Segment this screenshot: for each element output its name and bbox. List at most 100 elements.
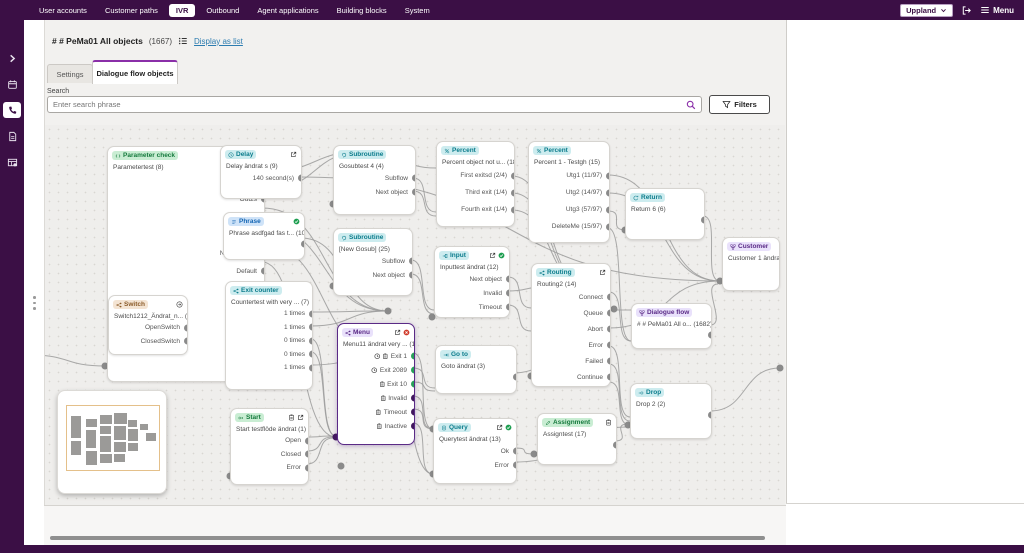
- flow-node-start[interactable]: StartStart testflöde ändrat (1)OpenClose…: [230, 408, 309, 485]
- flow-node-switch[interactable]: SwitchSwitch1212_Ändrat_n... (5)OpenSwit…: [108, 295, 188, 355]
- flow-node-goto[interactable]: Go toGoto ändrat (3): [435, 345, 517, 394]
- canvas-horizontal-scrollbar[interactable]: [50, 536, 765, 540]
- output-port[interactable]: [607, 342, 612, 349]
- nav-item-user-accounts[interactable]: User accounts: [32, 4, 94, 17]
- output-port[interactable]: [184, 324, 189, 331]
- output-port[interactable]: [412, 175, 417, 182]
- sidebar-item-phone[interactable]: [3, 102, 21, 118]
- nav-item-ivr[interactable]: IVR: [169, 4, 196, 17]
- output-label: Third exit (1/4): [465, 189, 507, 196]
- minimap[interactable]: [57, 390, 167, 494]
- node-output: Continue: [532, 369, 610, 385]
- sidebar-item-chevron-right[interactable]: [3, 50, 21, 66]
- output-port[interactable]: [412, 189, 417, 196]
- flow-node-subroutine-1[interactable]: SubroutineGosubtest 4 (4)SubflowNext obj…: [333, 145, 416, 215]
- output-port[interactable]: [309, 351, 314, 358]
- external-link-icon: [290, 151, 297, 158]
- logout-icon[interactable]: [961, 5, 972, 16]
- output-port[interactable]: [411, 409, 416, 416]
- output-port[interactable]: [409, 272, 414, 279]
- output-label: Subflow: [382, 258, 405, 265]
- flow-node-phrase[interactable]: PhrasePhrase asdfgad fas t... (10): [223, 212, 305, 260]
- output-port[interactable]: [606, 172, 611, 179]
- output-port[interactable]: [607, 374, 612, 381]
- node-output: Third exit (1/4): [437, 184, 514, 201]
- sidebar-item-grid[interactable]: [3, 154, 21, 170]
- flow-node-assignment[interactable]: AssignmentAssigntest (17): [537, 413, 617, 465]
- output-port[interactable]: [305, 451, 310, 458]
- panel-drag-handle[interactable]: [33, 296, 36, 314]
- output-port[interactable]: [606, 189, 611, 196]
- output-port[interactable]: [708, 332, 713, 339]
- flow-node-subroutine-2[interactable]: Subroutine[New Gosub] (25)SubflowNext ob…: [333, 228, 413, 296]
- node-output: 140 second(s): [221, 171, 301, 185]
- output-port[interactable]: [506, 290, 511, 297]
- flow-node-percent-1[interactable]: PercentPercent object not u... (18)First…: [436, 141, 515, 227]
- output-port[interactable]: [606, 223, 611, 230]
- output-port[interactable]: [309, 337, 314, 344]
- output-port[interactable]: [613, 442, 618, 449]
- sidebar-item-document[interactable]: [3, 128, 21, 144]
- nav-item-system[interactable]: System: [398, 4, 437, 17]
- flow-node-query[interactable]: QueryQuerytest ändrat (13)OkError: [433, 418, 517, 484]
- sidebar-item-calendar[interactable]: [3, 76, 21, 92]
- region-select[interactable]: Uppland: [900, 4, 953, 17]
- output-port[interactable]: [506, 276, 511, 283]
- nav-item-building-blocks[interactable]: Building blocks: [330, 4, 394, 17]
- output-port[interactable]: [261, 268, 266, 275]
- output-port[interactable]: [305, 437, 310, 444]
- output-port[interactable]: [607, 326, 612, 333]
- output-port[interactable]: [411, 381, 416, 388]
- filters-button[interactable]: Filters: [709, 95, 770, 114]
- flow-node-input[interactable]: InputInputtest ändrat (12)Next objectInv…: [434, 246, 510, 318]
- output-port[interactable]: [511, 206, 516, 213]
- output-port[interactable]: [411, 353, 416, 360]
- output-port[interactable]: [411, 423, 416, 430]
- flow-node-dialogue-flow[interactable]: Dialogue flow# # PeMa01 All o... (1682): [631, 303, 712, 349]
- output-port[interactable]: [708, 412, 713, 419]
- output-port[interactable]: [301, 241, 306, 248]
- flow-canvas[interactable]: Parameter checkParametertest (8)Out1Out2…: [45, 125, 785, 507]
- output-port[interactable]: [511, 172, 516, 179]
- output-port[interactable]: [513, 448, 518, 455]
- tab-settings[interactable]: Settings: [47, 64, 93, 83]
- output-port[interactable]: [701, 217, 706, 224]
- search-icon[interactable]: [686, 100, 696, 110]
- node-title: # # PeMa01 All o... (1682): [632, 318, 711, 328]
- main-menu-button[interactable]: Menu: [980, 5, 1014, 15]
- flow-node-menu[interactable]: MenuMenu11 ändrat very ... (11)Exit 1Exi…: [337, 323, 415, 445]
- flow-node-customer[interactable]: CustomerCustomer 1 ändrat 8: [722, 237, 780, 291]
- output-port[interactable]: [607, 294, 612, 301]
- flow-node-routing[interactable]: RoutingRouting2 (14)ConnectQueueAbortErr…: [531, 263, 611, 387]
- output-port[interactable]: [607, 358, 612, 365]
- flow-node-delay[interactable]: DelayDelay ändrat s (9)140 second(s): [220, 145, 302, 199]
- output-port[interactable]: [309, 324, 314, 331]
- output-port[interactable]: [606, 206, 611, 213]
- nav-item-outbound[interactable]: Outbound: [199, 4, 246, 17]
- output-port[interactable]: [411, 367, 416, 374]
- node-output: Exit 1: [338, 349, 414, 363]
- output-port[interactable]: [513, 462, 518, 469]
- output-port[interactable]: [607, 310, 612, 317]
- search-input[interactable]: [48, 100, 686, 109]
- tab-dialogue-flow-objects[interactable]: Dialogue flow objects: [92, 60, 178, 84]
- output-port[interactable]: [411, 395, 416, 402]
- nav-item-agent-applications[interactable]: Agent applications: [250, 4, 325, 17]
- output-port[interactable]: [309, 364, 314, 371]
- output-port[interactable]: [409, 258, 414, 265]
- node-output: Closed: [231, 448, 308, 462]
- output-port[interactable]: [184, 338, 189, 345]
- output-port[interactable]: [309, 310, 314, 317]
- flow-node-percent-2[interactable]: PercentPercent 1 - Testgh (15)Utg1 (11/9…: [528, 141, 610, 243]
- flow-node-exit-counter[interactable]: Exit counterCountertest with very ... (7…: [225, 281, 313, 390]
- nav-item-customer-paths[interactable]: Customer paths: [98, 4, 165, 17]
- flow-node-drop[interactable]: DropDrop 2 (2): [630, 383, 712, 439]
- output-port[interactable]: [511, 189, 516, 196]
- flow-node-return[interactable]: ReturnReturn 6 (6): [625, 188, 705, 240]
- subroutine-icon: [341, 235, 347, 241]
- display-as-list-link[interactable]: Display as list: [194, 37, 243, 46]
- output-port[interactable]: [298, 175, 303, 182]
- output-port[interactable]: [305, 464, 310, 471]
- output-port[interactable]: [513, 374, 518, 381]
- output-port[interactable]: [506, 304, 511, 311]
